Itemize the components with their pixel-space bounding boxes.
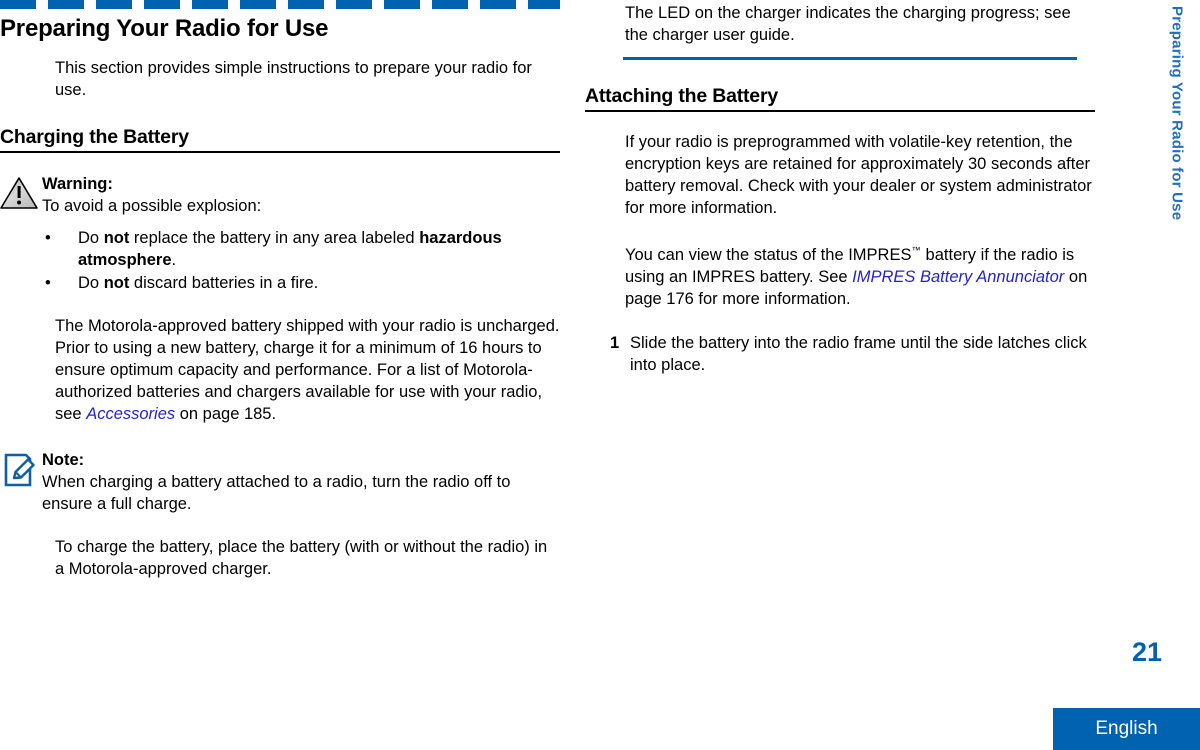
intro-paragraph: This section provides simple instruction…	[55, 59, 532, 99]
chapter-side-tab-label: Preparing Your Radio for Use	[1168, 6, 1186, 221]
impres-paragraph-text: You can view the status of the IMPRES	[625, 246, 912, 264]
list-item: • Do not replace the battery in any area…	[42, 227, 560, 271]
page-number: 21	[1131, 637, 1162, 667]
step-text: Slide the battery into the radio frame u…	[630, 334, 1087, 374]
section-heading-attaching-the-battery: Attaching the Battery	[585, 85, 1095, 112]
impres-battery-annunciator-cross-reference-link[interactable]: IMPRES Battery Annunciator	[852, 268, 1064, 286]
battery-paragraph-text-tail: on page 185.	[175, 405, 277, 423]
warning-body: Warning: To avoid a possible explosion: …	[42, 173, 560, 295]
charge-instructions-paragraph: To charge the battery, place the battery…	[55, 538, 548, 578]
text-run: not	[103, 274, 130, 292]
language-banner-label: English	[1095, 718, 1158, 739]
right-column: The LED on the charger indicates the cha…	[585, 0, 1095, 376]
note-title: Note:	[42, 451, 85, 469]
list-item: • Do not discard batteries in a fire.	[42, 272, 560, 294]
warning-lead-text: To avoid a possible explosion:	[42, 197, 262, 215]
text-run: replace the battery in any area labeled	[129, 229, 420, 247]
impres-paragraph: You can view the status of the IMPRES™ b…	[625, 239, 1095, 310]
volatile-key-paragraph: If your radio is preprogrammed with vola…	[625, 133, 1092, 217]
note-text: When charging a battery attached to a ra…	[42, 473, 511, 513]
warning-bullet-list: • Do not replace the battery in any area…	[42, 227, 560, 294]
text-run: .	[171, 251, 177, 269]
accessories-cross-reference-link[interactable]: Accessories	[86, 405, 175, 423]
warning-title: Warning:	[42, 175, 113, 193]
led-paragraph: The LED on the charger indicates the cha…	[625, 4, 1071, 44]
warning-admonition: Warning: To avoid a possible explosion: …	[0, 173, 560, 295]
procedure-step: 1 Slide the battery into the radio frame…	[610, 332, 1095, 376]
text-run: discard batteries in a fire.	[129, 274, 319, 292]
left-column: Preparing Your Radio for Use This sectio…	[0, 0, 560, 580]
text-run: Do	[78, 229, 104, 247]
trademark-icon: ™	[911, 245, 921, 255]
bullet-text: Do not discard batteries in a fire.	[78, 274, 318, 292]
text-run: not	[103, 229, 130, 247]
language-banner: English	[1053, 708, 1200, 750]
warning-triangle-icon	[0, 175, 42, 217]
manual-page: Preparing Your Radio for Use This sectio…	[0, 0, 1200, 750]
bullet-dot-icon: •	[45, 274, 51, 292]
chapter-side-tab: Preparing Your Radio for Use	[1154, 0, 1200, 320]
step-number: 1	[610, 334, 620, 352]
page-title: Preparing Your Radio for Use	[0, 15, 329, 42]
text-run: Do	[78, 274, 104, 292]
note-pencil-icon	[0, 451, 42, 495]
bullet-text: Do not replace the battery in any area l…	[78, 229, 502, 269]
note-body: Note: When charging a battery attached t…	[42, 449, 560, 515]
battery-paragraph: The Motorola-approved battery shipped wi…	[55, 315, 560, 425]
bullet-dot-icon: •	[45, 229, 51, 247]
blue-divider-rule	[623, 57, 1077, 60]
section-heading-charging-the-battery: Charging the Battery	[0, 126, 560, 153]
note-admonition: Note: When charging a battery attached t…	[0, 449, 560, 515]
